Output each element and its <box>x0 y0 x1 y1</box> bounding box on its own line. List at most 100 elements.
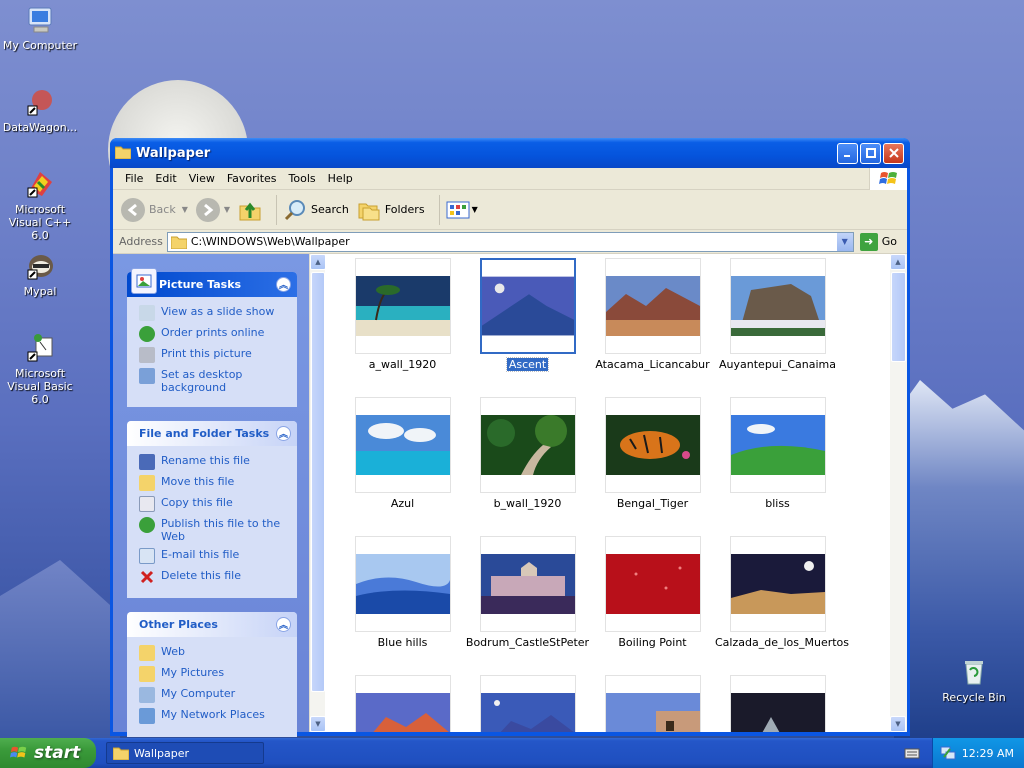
computer-icon <box>139 687 155 703</box>
views-button[interactable]: ▼ <box>446 199 478 221</box>
desktop-icon-visual-cpp[interactable]: Microsoft Visual C++ 6.0 <box>0 168 80 242</box>
task-print-picture[interactable]: Print this picture <box>139 347 291 363</box>
file-tasks-header[interactable]: File and Folder Tasks ︽ <box>127 421 297 446</box>
thumbnail-frame <box>479 258 576 354</box>
place-my-computer[interactable]: My Computer <box>139 687 291 703</box>
desktop-icon-my-computer[interactable]: My Computer <box>0 4 80 52</box>
task-delete-file[interactable]: Delete this file <box>139 569 291 585</box>
forward-button[interactable]: ▼ <box>195 197 231 222</box>
thumbnail-image <box>730 693 825 732</box>
scroll-thumb[interactable] <box>891 272 906 362</box>
thumbnail-image <box>481 276 574 336</box>
thumbnail-image <box>730 554 825 614</box>
scroll-down-button[interactable]: ▼ <box>310 716 326 732</box>
thumbnail-item[interactable] <box>340 675 465 732</box>
thumbnail-item[interactable] <box>465 675 590 732</box>
menu-file[interactable]: File <box>119 172 149 185</box>
close-icon <box>888 148 899 158</box>
thumbnail-item[interactable]: Atacama_Licancabur <box>590 258 715 371</box>
thumbnail-item[interactable] <box>590 675 715 732</box>
thumbnail-item[interactable]: Calzada_de_los_Muertos <box>715 536 849 649</box>
scroll-down-button[interactable]: ▼ <box>890 716 906 732</box>
thumbnail-label: Ascent <box>505 357 550 372</box>
collapse-icon[interactable]: ︽ <box>276 277 291 292</box>
task-email-file[interactable]: E-mail this file <box>139 548 291 564</box>
clock[interactable]: 12:29 AM <box>962 747 1014 760</box>
windows-flag-icon <box>10 746 27 758</box>
place-web[interactable]: Web <box>139 645 291 661</box>
mypal-icon <box>24 250 56 282</box>
task-rename-file[interactable]: Rename this file <box>139 454 291 470</box>
menu-help[interactable]: Help <box>322 172 359 185</box>
minimize-icon <box>843 155 850 157</box>
address-input[interactable]: C:\WINDOWS\Web\Wallpaper ▼ <box>166 231 854 252</box>
maximize-button[interactable] <box>860 142 881 164</box>
keyboard-icon[interactable] <box>904 745 920 761</box>
collapse-icon[interactable]: ︽ <box>276 426 291 441</box>
scroll-up-button[interactable]: ▲ <box>890 254 906 270</box>
thumbnail-item[interactable]: bliss <box>715 397 840 510</box>
task-pane-scrollbar[interactable]: ▲ ▼ <box>309 254 326 732</box>
title-bar[interactable]: Wallpaper <box>110 138 910 168</box>
desktop-icon-datawagon[interactable]: DataWagon... <box>0 86 80 134</box>
thumbnail-item[interactable] <box>715 675 840 732</box>
scroll-up-button[interactable]: ▲ <box>310 254 326 270</box>
thumbnail-item[interactable]: Boiling Point <box>590 536 715 649</box>
thumbnail-item[interactable]: Bengal_Tiger <box>590 397 715 510</box>
thumbnail-item[interactable]: Bodrum_CastleStPeter <box>465 536 590 649</box>
thumbnail-item[interactable]: b_wall_1920 <box>465 397 590 510</box>
desktop-icon-recycle-bin[interactable]: Recycle Bin <box>934 656 1014 704</box>
folder-icon <box>114 145 132 162</box>
thumbnail-frame <box>604 397 701 493</box>
place-my-network-places[interactable]: My Network Places <box>139 708 291 724</box>
taskbar-item-wallpaper[interactable]: Wallpaper <box>106 742 264 764</box>
taskbar: start Wallpaper 12:29 AM <box>0 738 1024 768</box>
address-dropdown-button[interactable]: ▼ <box>836 232 853 251</box>
other-places-title: Other Places <box>139 618 218 631</box>
thumbnail-label: Azul <box>390 497 415 510</box>
go-button[interactable]: ➜ Go <box>859 232 897 251</box>
thumbnail-image <box>355 415 450 475</box>
other-places-header[interactable]: Other Places ︽ <box>127 612 297 637</box>
task-publish-web[interactable]: Publish this file to the Web <box>139 517 291 543</box>
back-label: Back <box>149 203 176 216</box>
thumbnail-item[interactable]: Blue hills <box>340 536 465 649</box>
email-icon <box>139 548 155 564</box>
thumbnail-item[interactable]: Ascent <box>465 258 590 372</box>
menu-bar: File Edit View Favorites Tools Help <box>113 168 907 190</box>
desktop-icon-visual-basic[interactable]: Microsoft Visual Basic 6.0 <box>0 332 80 406</box>
search-button[interactable]: Search <box>283 198 349 222</box>
task-set-desktop-background[interactable]: Set as desktop background <box>139 368 291 394</box>
start-button[interactable]: start <box>0 738 96 768</box>
thumbnail-scrollbar[interactable]: ▲ ▼ <box>890 254 907 732</box>
close-button[interactable] <box>883 142 904 164</box>
minimize-button[interactable] <box>837 142 858 164</box>
thumbnail-item[interactable]: Auyantepui_Canaima <box>715 258 840 371</box>
thumbnail-item[interactable]: a_wall_1920 <box>340 258 465 371</box>
scroll-thumb[interactable] <box>311 272 325 692</box>
collapse-icon[interactable]: ︽ <box>276 617 291 632</box>
desktop-icon-mypal[interactable]: Mypal <box>0 250 80 298</box>
back-button[interactable]: Back ▼ <box>121 197 188 222</box>
place-my-pictures[interactable]: My Pictures <box>139 666 291 682</box>
picture-tasks-body: View as a slide show Order prints online… <box>127 297 297 407</box>
thumbnail-frame <box>729 397 826 493</box>
chevron-down-icon: ▼ <box>223 205 231 214</box>
folders-button[interactable]: Folders <box>357 198 425 222</box>
picture-tasks-header[interactable]: Picture Tasks ︽ <box>127 268 297 297</box>
thumbnail-item[interactable]: Azul <box>340 397 465 510</box>
menu-tools[interactable]: Tools <box>283 172 322 185</box>
task-move-file[interactable]: Move this file <box>139 475 291 491</box>
thumbnail-label: bliss <box>765 497 790 510</box>
thumbnail-frame <box>604 258 701 354</box>
menu-edit[interactable]: Edit <box>149 172 182 185</box>
thumbnail-frame <box>354 397 451 493</box>
menu-view[interactable]: View <box>183 172 221 185</box>
up-folder-button[interactable] <box>238 198 262 222</box>
task-order-prints[interactable]: Order prints online <box>139 326 291 342</box>
network-tray-icon[interactable] <box>940 745 956 761</box>
task-copy-file[interactable]: Copy this file <box>139 496 291 512</box>
task-view-slideshow[interactable]: View as a slide show <box>139 305 291 321</box>
address-value: C:\WINDOWS\Web\Wallpaper <box>190 235 350 248</box>
menu-favorites[interactable]: Favorites <box>221 172 283 185</box>
